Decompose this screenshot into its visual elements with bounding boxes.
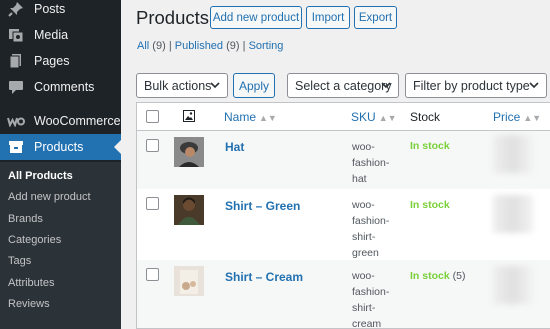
select-all-checkbox[interactable] (146, 110, 159, 123)
table-row: Shirt – Green woo- fashion- shirt- green… (137, 189, 550, 260)
sku-line: woo- (352, 199, 375, 211)
submenu-add-new-product[interactable]: Add new product (8, 191, 91, 203)
sku-line: woo- (352, 270, 375, 282)
stock-status: In stock (5) (410, 270, 465, 282)
category-select[interactable]: Select a category (287, 73, 399, 98)
category-value: Select a category (295, 78, 392, 93)
page-title: Products (136, 7, 210, 28)
filter-published-count: (9) (226, 40, 240, 52)
media-icon (6, 25, 26, 45)
submenu-tags[interactable]: Tags (8, 255, 31, 267)
sku-line: shirt- (352, 302, 376, 314)
sidebar-item-label: Media (34, 28, 69, 42)
products-icon (6, 137, 26, 157)
product-name-link[interactable]: Shirt – Green (225, 199, 300, 213)
chevron-down-icon (528, 78, 540, 95)
separator: | (168, 40, 172, 52)
column-name-label: Name (224, 110, 257, 124)
pushpin-icon (6, 0, 26, 19)
table-header: Name ▲▼ SKU ▲▼ Stock Price ▲▼ (137, 103, 550, 131)
sort-icon: ▲▼ (378, 113, 397, 123)
product-name-link[interactable]: Shirt – Cream (225, 270, 303, 284)
submenu-all-products[interactable]: All Products (8, 170, 73, 182)
sku-line: fashion- (352, 286, 390, 298)
sidebar-item-label: Products (34, 140, 84, 154)
products-table: Name ▲▼ SKU ▲▼ Stock Price ▲▼ Hat woo- fash… (136, 102, 550, 329)
sidebar-item-media[interactable]: Media (0, 22, 121, 48)
submenu-attributes[interactable]: Attributes (8, 277, 54, 289)
product-thumbnail[interactable] (174, 266, 204, 296)
column-price-label: Price (493, 110, 521, 124)
table-row: Hat woo- fashion- hat In stock (137, 131, 550, 189)
filter-all-link[interactable]: All (137, 40, 149, 52)
row-checkbox[interactable] (146, 139, 159, 152)
products-submenu: All Products Add new product Brands Cate… (0, 162, 121, 329)
chevron-down-icon (380, 78, 392, 95)
column-price-header[interactable]: Price ▲▼ (493, 110, 541, 124)
column-sku-label: SKU (351, 110, 376, 124)
sidebar-item-products[interactable]: Products (0, 134, 121, 160)
separator: | (242, 40, 246, 52)
column-name-header[interactable]: Name ▲▼ (224, 110, 277, 124)
submenu-reviews[interactable]: Reviews (8, 298, 50, 310)
column-sku-header[interactable]: SKU ▲▼ (351, 110, 397, 124)
sort-icon: ▲▼ (523, 113, 542, 123)
product-name-link[interactable]: Hat (225, 140, 244, 154)
stock-label: In stock (410, 270, 450, 282)
main-content: Products Add new product Import Export A… (121, 0, 550, 329)
add-new-product-button[interactable]: Add new product (210, 6, 302, 29)
apply-button[interactable]: Apply (233, 73, 275, 98)
bulk-actions-value: Bulk actions (144, 78, 212, 93)
comments-icon (6, 77, 26, 97)
sidebar-item-label: Posts (34, 2, 66, 16)
stock-status: In stock (410, 199, 450, 211)
stock-status: In stock (410, 140, 450, 152)
sidebar-item-pages[interactable]: Pages (0, 48, 121, 74)
sidebar-item-label: WooCommerce (34, 114, 121, 128)
table-row: Shirt – Cream woo- fashion- shirt- cream… (137, 260, 550, 329)
sidebar-item-label: Pages (34, 54, 70, 68)
status-filter-links: All (9) | Published (9) | Sorting (137, 40, 283, 52)
sort-icon: ▲▼ (259, 113, 277, 123)
image-column-icon (183, 110, 195, 125)
sku-line: hat (352, 173, 367, 185)
product-thumbnail[interactable] (174, 195, 204, 225)
row-checkbox[interactable] (146, 197, 159, 210)
submenu-categories[interactable]: Categories (8, 234, 61, 246)
filter-published-link[interactable]: Published (175, 40, 223, 52)
submenu-brands[interactable]: Brands (8, 213, 43, 225)
bulk-actions-select[interactable]: Bulk actions (136, 73, 228, 98)
stock-quantity: (5) (452, 270, 466, 282)
sku-line: fashion- (352, 157, 390, 169)
sidebar-item-woocommerce[interactable]: WooCommerce (0, 108, 121, 134)
price-blurred (493, 195, 533, 233)
price-blurred (493, 135, 533, 173)
sidebar-item-label: Comments (34, 80, 95, 94)
product-sku: woo- fashion- shirt- cream (352, 268, 392, 329)
sidebar-item-posts[interactable]: Posts (0, 0, 121, 22)
sku-line: shirt- (352, 231, 376, 243)
product-sku: woo- fashion- hat (352, 139, 392, 187)
product-type-value: Filter by product type (413, 78, 530, 93)
sku-line: woo- (352, 141, 375, 153)
import-button[interactable]: Import (306, 6, 350, 29)
pages-icon (6, 51, 26, 71)
product-type-select[interactable]: Filter by product type (405, 73, 547, 98)
woocommerce-icon (6, 111, 26, 131)
price-blurred (493, 266, 533, 304)
row-checkbox[interactable] (146, 268, 159, 281)
sorting-link[interactable]: Sorting (249, 40, 284, 52)
admin-sidebar: Posts Media Pages Comments WooCommerce P… (0, 0, 121, 329)
product-sku: woo- fashion- shirt- green (352, 197, 392, 261)
column-stock-header: Stock (410, 110, 441, 124)
filter-all-count: (9) (152, 40, 166, 52)
sku-line: green (352, 247, 379, 259)
chevron-down-icon (209, 78, 221, 95)
sku-line: fashion- (352, 215, 390, 227)
sku-line: cream (352, 318, 382, 329)
sidebar-item-comments[interactable]: Comments (0, 74, 121, 100)
export-button[interactable]: Export (354, 6, 397, 29)
product-thumbnail[interactable] (174, 137, 204, 167)
